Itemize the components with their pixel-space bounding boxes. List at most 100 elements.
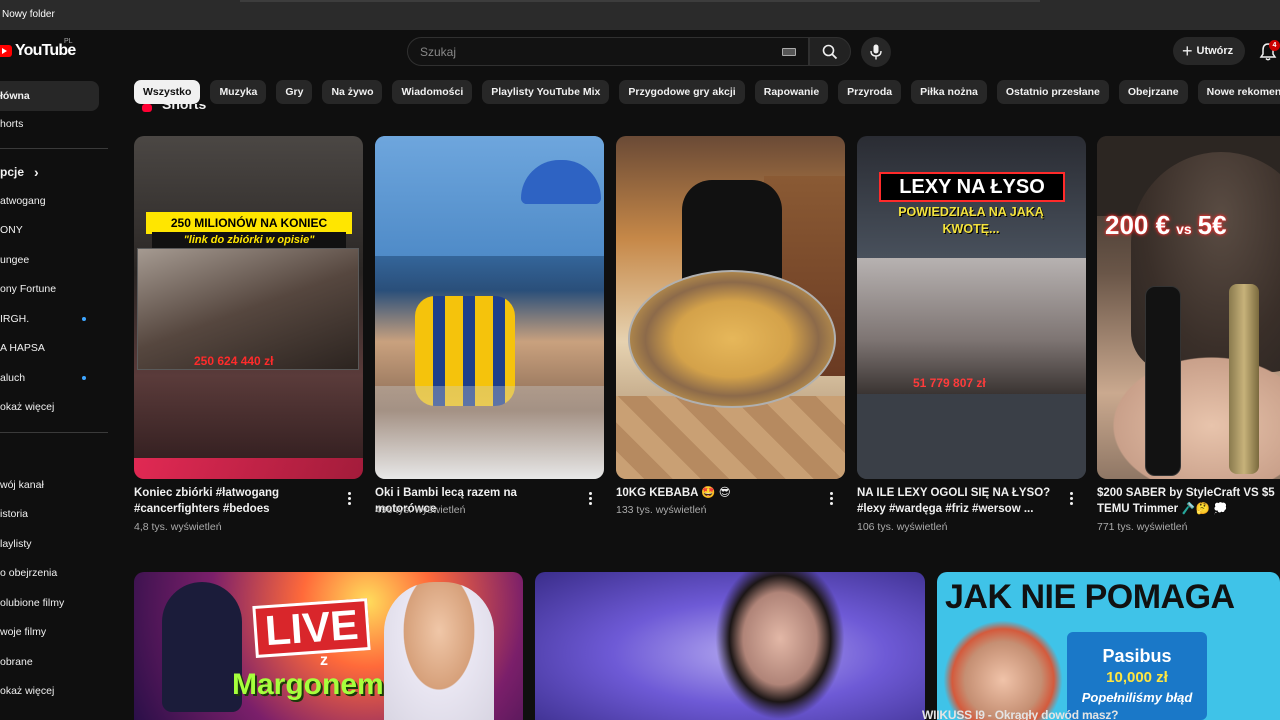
sidebar-item-label: atwogang	[0, 195, 46, 207]
chip-music[interactable]: Muzyka	[210, 80, 267, 104]
sidebar-item-channel[interactable]: atwogang	[0, 186, 99, 216]
sidebar-item-label: okaż więcej	[0, 401, 55, 413]
short-title[interactable]: $200 SABER by StyleCraft VS $5 TEMU Trim…	[1097, 485, 1277, 517]
sidebar-item-channel[interactable]: aluch	[0, 363, 99, 393]
voice-search-button[interactable]	[861, 37, 891, 67]
short-thumbnail[interactable]	[375, 136, 604, 479]
sidebar-item-show-more[interactable]: okaż więcej	[0, 392, 99, 422]
thumbnail-trimmer-black	[1145, 286, 1181, 476]
logo-region: PL	[64, 38, 73, 45]
sidebar-item-home[interactable]: łówna	[0, 81, 99, 111]
sidebar-item-your-channel[interactable]: wój kanał	[0, 470, 99, 500]
chip-all[interactable]: Wszystko	[134, 80, 201, 104]
youtube-logo[interactable]: YouTube PL	[0, 38, 76, 60]
filter-chips-bar: Wszystko Muzyka Gry Na żywo Wiadomości P…	[134, 80, 1280, 104]
vs-label: vs	[1176, 221, 1192, 237]
os-tab-strip	[240, 0, 1040, 2]
sidebar-item-label: pcje	[0, 165, 25, 179]
sidebar-item-label: okaż więcej	[0, 685, 55, 697]
sidebar-item-channel[interactable]: A HAPSA	[0, 333, 99, 363]
sidebar-item-show-more[interactable]: okaż więcej	[0, 676, 99, 706]
sidebar-item-shorts[interactable]: horts	[0, 109, 99, 139]
sidebar-item-channel[interactable]: ungee	[0, 245, 99, 275]
sidebar-item-channel[interactable]: ony Fortune	[0, 274, 99, 304]
sidebar-item-channel[interactable]: ONY	[0, 215, 99, 245]
sidebar-item-label: horts	[0, 118, 24, 130]
thumbnail-boat	[375, 386, 604, 479]
thumbnail-person	[943, 620, 1063, 720]
sidebar-divider	[0, 148, 108, 149]
sidebar-item-downloads[interactable]: obrane	[0, 647, 99, 677]
sidebar-item-liked-videos[interactable]: olubione filmy	[0, 588, 99, 618]
chip-games[interactable]: Gry	[276, 80, 313, 104]
new-content-dot	[82, 376, 86, 380]
sidebar-item-playlists[interactable]: laylisty	[0, 529, 99, 559]
short-thumbnail[interactable]	[616, 136, 845, 479]
chevron-right-icon: ›	[34, 164, 39, 180]
thumbnail-kebab-platter	[628, 270, 836, 408]
chip-nature[interactable]: Przyroda	[838, 80, 902, 104]
chip-news[interactable]: Wiadomości	[392, 80, 473, 104]
sidebar-item-label: istoria	[0, 508, 29, 520]
thumbnail-overlay-text: "link do zbiórki w opisie"	[152, 232, 346, 248]
sidebar-item-your-videos[interactable]: woje filmy	[0, 617, 99, 647]
thumbnail-decoration	[857, 394, 1086, 479]
chip-rap[interactable]: Rapowanie	[754, 80, 829, 104]
youtube-play-icon	[0, 45, 12, 57]
short-thumbnail[interactable]: LEXY NA ŁYSO POWIEDZIAŁA NA JAKĄ KWOTĘ..…	[857, 136, 1086, 479]
chip-new-to-you[interactable]: Nowe rekomendacje	[1197, 80, 1280, 104]
chip-watched[interactable]: Obejrzane	[1118, 80, 1188, 104]
short-title[interactable]: NA ILE LEXY OGOLI SIĘ NA ŁYSO? #lexy #wa…	[857, 485, 1062, 517]
short-views: 496 tys. wyświetleń	[375, 504, 466, 516]
shorts-logo-icon	[142, 104, 152, 112]
short-thumbnail[interactable]: 250 MILIONÓW NA KONIEC "link do zbiórki …	[134, 136, 363, 479]
chip-football[interactable]: Piłka nożna	[911, 80, 987, 104]
thumbnail-overlay-text: 250 MILIONÓW NA KONIEC	[146, 212, 352, 234]
search-box[interactable]	[407, 37, 809, 66]
short-title[interactable]: Koniec zbiórki #łatwogang #cancerfighter…	[134, 485, 339, 517]
thumbnail-overlay-text: Popełniliśmy błąd	[1081, 690, 1193, 705]
more-options-icon[interactable]	[1070, 492, 1074, 506]
video-thumbnail[interactable]: JAK NIE POMAGA Pasibus 10,000 zł Popełni…	[937, 572, 1280, 720]
search-icon	[822, 44, 838, 59]
more-options-icon[interactable]	[589, 492, 593, 506]
short-views: 133 tys. wyświetleń	[616, 504, 707, 516]
more-options-icon[interactable]	[830, 492, 834, 506]
sidebar-item-label: o obejrzenia	[0, 567, 58, 579]
chip-mixes[interactable]: Playlisty YouTube Mix	[482, 80, 610, 104]
sidebar-item-label: łówna	[0, 90, 30, 102]
sidebar-item-history[interactable]: istoria	[0, 499, 99, 529]
keyboard-icon[interactable]	[782, 48, 796, 56]
thumbnail-trimmer-gold	[1229, 284, 1259, 474]
create-button[interactable]: + Utwórz	[1173, 37, 1245, 65]
chip-action-adventure[interactable]: Przygodowe gry akcji	[619, 80, 745, 104]
short-views: 106 tys. wyświetleń	[857, 521, 948, 533]
video-thumbnail[interactable]: LIVE z Margonem	[134, 572, 523, 720]
search-button[interactable]	[809, 37, 851, 66]
chip-recently-uploaded[interactable]: Ostatnio przesłane	[996, 80, 1109, 104]
shorts-shelf-title: Shorts	[162, 104, 207, 112]
price-a: 200 €	[1105, 210, 1171, 240]
thumbnail-overlay-text: 250 624 440 zł	[194, 354, 274, 368]
os-title-bar: Nowy folder	[0, 0, 1280, 30]
search-input[interactable]	[420, 43, 760, 61]
sidebar-item-channel[interactable]: IRGH.	[0, 304, 99, 334]
sidebar-item-label: aluch	[0, 372, 26, 384]
thumbnail-overlay-text: LIVE	[252, 598, 372, 658]
sidebar-item-label: IRGH.	[0, 313, 30, 325]
sidebar-item-label: obrane	[0, 656, 33, 668]
sidebar-item-label: laylisty	[0, 538, 32, 550]
sidebar-item-watch-later[interactable]: o obejrzenia	[0, 558, 99, 588]
thumbnail-overlay-text: 200 € vs 5€	[1105, 210, 1227, 241]
thumbnail-photo	[137, 248, 359, 370]
sidebar-item-label: ungee	[0, 254, 30, 266]
thumbnail-overlay-text: Margonem	[232, 668, 384, 701]
sidebar-item-subscriptions[interactable]: pcje ›	[0, 157, 99, 187]
thumbnail-photo	[857, 258, 1086, 394]
more-options-icon[interactable]	[348, 492, 352, 506]
short-thumbnail[interactable]: 200 € vs 5€	[1097, 136, 1280, 479]
chip-live[interactable]: Na żywo	[322, 80, 383, 104]
sidebar-item-label: wój kanał	[0, 479, 44, 491]
video-thumbnail[interactable]	[535, 572, 925, 720]
short-title[interactable]: 10KG KEBABA 🤩 😎	[616, 485, 821, 501]
